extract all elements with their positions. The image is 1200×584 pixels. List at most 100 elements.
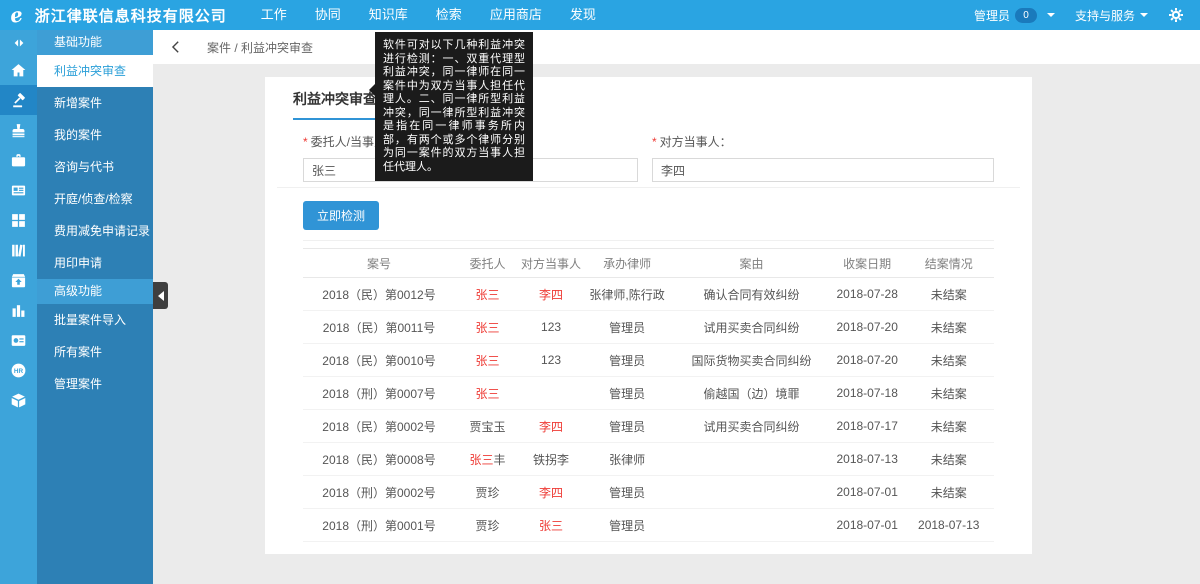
rail-icon-products[interactable]: [0, 385, 37, 415]
required-asterisk: *: [652, 135, 657, 149]
company-name: 浙江律联信息科技有限公司: [35, 5, 227, 26]
table-cell: 管理员: [582, 509, 672, 542]
hr-badge-icon: HR: [10, 362, 27, 379]
chevron-down-icon: [1140, 13, 1148, 17]
stamp-icon: [10, 122, 27, 139]
nav-item-search[interactable]: 检索: [422, 0, 476, 30]
sidebar-item-seal-request[interactable]: 用印申请: [37, 247, 153, 279]
svg-text:HR: HR: [14, 367, 24, 374]
sidebar-item-all-cases[interactable]: 所有案件: [37, 336, 153, 368]
rail-icon-briefcase[interactable]: [0, 145, 37, 175]
table-cell: 2018（刑）第0002号: [303, 476, 455, 509]
gavel-icon: [10, 92, 27, 109]
user-menu[interactable]: 管理员 0: [964, 7, 1065, 24]
sidebar-item-my-cases[interactable]: 我的案件: [37, 119, 153, 151]
back-button[interactable]: [169, 40, 183, 54]
check-now-button[interactable]: 立即检测: [303, 201, 379, 230]
table-cell: 试用买卖合同纠纷: [672, 311, 831, 344]
divider: [277, 187, 1020, 188]
table-cell: 张三: [455, 278, 520, 311]
sidebar-item-manage-cases[interactable]: 管理案件: [37, 368, 153, 400]
menu-section-advanced: 高级功能: [37, 279, 153, 304]
col-header-opponent: 对方当事人: [520, 249, 582, 278]
opponent-label: *对方当事人：: [652, 133, 994, 150]
settings-button[interactable]: [1168, 7, 1184, 23]
support-menu[interactable]: 支持与服务: [1065, 7, 1158, 24]
sidebar-item-consulting[interactable]: 咨询与代书: [37, 151, 153, 183]
rail-icon-apps-grid[interactable]: [0, 205, 37, 235]
table-cell: 未结案: [903, 278, 994, 311]
table-cell: 贾宝玉: [455, 410, 520, 443]
table-cell: [672, 509, 831, 542]
user-name: 管理员: [974, 7, 1010, 24]
table-cell: 贾珍: [455, 476, 520, 509]
collapse-arrows-icon: [12, 36, 26, 50]
table-cell: [520, 377, 582, 410]
nav-item-knowledge[interactable]: 知识库: [355, 0, 422, 30]
opponent-input[interactable]: [652, 158, 994, 182]
nav-item-app-store[interactable]: 应用商店: [476, 0, 556, 30]
button-row: 立即检测: [303, 201, 994, 241]
sidebar-item-conflict-review[interactable]: 利益冲突审查: [37, 55, 153, 87]
table-cell: 铁拐李: [520, 443, 582, 476]
table-cell: 2018-07-20: [831, 311, 904, 344]
table-row: 2018（民）第0008号张三丰铁拐李张律师2018-07-13未结案: [303, 443, 994, 476]
col-header-case-no: 案号: [303, 249, 455, 278]
nav-item-discover[interactable]: 发现: [556, 0, 610, 30]
rail-icon-reports[interactable]: [0, 325, 37, 355]
chevron-down-icon: [1047, 13, 1055, 17]
col-header-closing-status: 结案情况: [903, 249, 994, 278]
breadcrumb[interactable]: 案件 / 利益冲突审查: [207, 39, 313, 56]
table-cell: 管理员: [582, 377, 672, 410]
presentation-icon: [10, 332, 27, 349]
table-cell: 贾珍: [455, 509, 520, 542]
sidebar-collapse-tab[interactable]: [153, 282, 168, 309]
rail-icon-upload[interactable]: [0, 265, 37, 295]
sidebar-menu: 基础功能 利益冲突审查 新增案件 我的案件 咨询与代书 开庭/侦查/检察 费用减…: [37, 30, 153, 584]
sidebar-item-hearing[interactable]: 开庭/侦查/检察: [37, 183, 153, 215]
table-cell: 张三: [455, 311, 520, 344]
table-cell: 未结案: [903, 377, 994, 410]
nav-item-collaboration[interactable]: 协同: [301, 0, 355, 30]
tooltip-text: 软件可对以下几种利益冲突进行检测：一、双重代理型利益冲突，同一律师在同一案件中为…: [383, 39, 525, 173]
chevron-left-icon: [169, 40, 183, 54]
rail-icon-cases[interactable]: [0, 85, 37, 115]
rail-icon-court[interactable]: [0, 175, 37, 205]
table-row: 2018（刑）第0002号贾珍李四管理员2018-07-01未结案: [303, 476, 994, 509]
rail-icon-stats[interactable]: [0, 295, 37, 325]
cube-icon: [10, 392, 27, 409]
table-cell: 未结案: [903, 443, 994, 476]
table-row: 2018（民）第0012号张三李四张律师,陈行政确认合同有效纠纷2018-07-…: [303, 278, 994, 311]
col-header-client: 委托人: [455, 249, 520, 278]
nav-item-work[interactable]: 工作: [247, 0, 301, 30]
table-row: 2018（刑）第0007号张三管理员偷越国（边）境罪2018-07-18未结案: [303, 377, 994, 410]
opponent-field-group: *对方当事人：: [652, 133, 994, 182]
table-cell: 2018-07-20: [831, 344, 904, 377]
app-logo-icon: e: [8, 4, 24, 26]
table-cell: 张三丰: [455, 443, 520, 476]
table-cell: 2018-07-13: [831, 443, 904, 476]
rail-icon-hr[interactable]: HR: [0, 355, 37, 385]
table-cell: 李四: [520, 278, 582, 311]
gear-icon: [1168, 7, 1184, 23]
top-navbar: e 浙江律联信息科技有限公司 工作 协同 知识库 检索 应用商店 发现 管理员 …: [0, 0, 1200, 30]
sidebar-collapse-arrows[interactable]: [0, 30, 37, 55]
col-header-filing-date: 收案日期: [831, 249, 904, 278]
sidebar-item-batch-import[interactable]: 批量案件导入: [37, 304, 153, 336]
sidebar-item-fee-waiver[interactable]: 费用减免申请记录: [37, 215, 153, 247]
library-icon: [10, 242, 27, 259]
table-cell: 123: [520, 344, 582, 377]
page-title: 利益冲突审查: [293, 89, 377, 120]
table-cell: 2018-07-01: [831, 509, 904, 542]
table-cell: 确认合同有效纠纷: [672, 278, 831, 311]
table-row: 2018（民）第0010号张三123管理员国际货物买卖合同纠纷2018-07-2…: [303, 344, 994, 377]
table-cell: 2018（民）第0008号: [303, 443, 455, 476]
rail-icon-library[interactable]: [0, 235, 37, 265]
table-cell: 未结案: [903, 311, 994, 344]
rail-icon-stamp[interactable]: [0, 115, 37, 145]
sidebar-item-new-case[interactable]: 新增案件: [37, 87, 153, 119]
id-card-icon: [10, 182, 27, 199]
rail-icon-home[interactable]: [0, 55, 37, 85]
table-cell: 管理员: [582, 476, 672, 509]
table-cell: 张律师,陈行政: [582, 278, 672, 311]
